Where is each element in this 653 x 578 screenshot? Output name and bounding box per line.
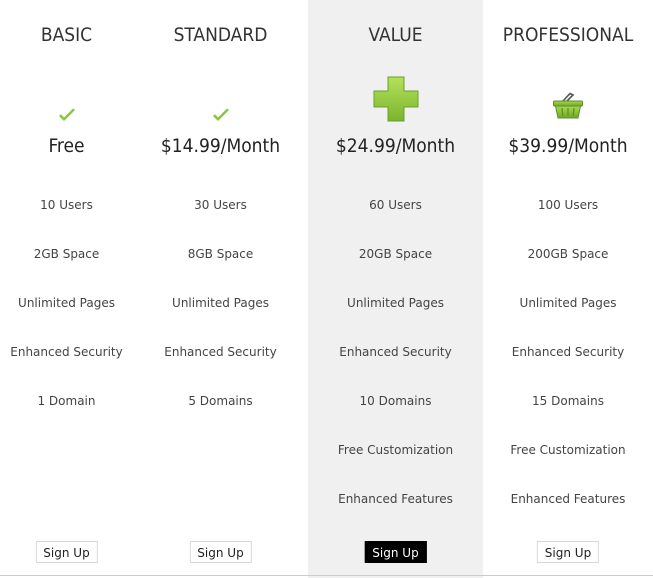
feature-item: 10 Users	[40, 198, 93, 212]
feature-list: 100 Users 200GB Space Unlimited Pages En…	[483, 198, 653, 541]
feature-list: 30 Users 8GB Space Unlimited Pages Enhan…	[133, 198, 308, 443]
sign-up-button-value[interactable]: Sign Up	[364, 541, 427, 563]
basket-icon	[483, 92, 653, 120]
sign-up-button-basic[interactable]: Sign Up	[35, 541, 98, 563]
feature-item: 8GB Space	[187, 247, 254, 261]
feature-item: 20GB Space	[358, 247, 433, 261]
feature-item: 15 Domains	[532, 394, 604, 408]
feature-item: 60 Users	[369, 198, 422, 212]
feature-item: Enhanced Features	[338, 492, 453, 506]
feature-item: Unlimited Pages	[347, 296, 444, 310]
feature-item: 30 Users	[194, 198, 247, 212]
feature-item: Unlimited Pages	[172, 296, 269, 310]
plan-price: $24.99/Month	[335, 135, 456, 157]
plan-name: PROFESSIONAL	[502, 24, 634, 46]
sign-up-button-professional[interactable]: Sign Up	[536, 541, 600, 563]
plan-name: STANDARD	[173, 24, 268, 46]
feature-item: 10 Domains	[359, 394, 432, 408]
feature-item: Unlimited Pages	[519, 296, 617, 310]
feature-item: Free Customization	[510, 443, 626, 457]
feature-item: Enhanced Security	[511, 345, 625, 359]
plan-name: BASIC	[40, 24, 93, 46]
plan-price: $39.99/Month	[508, 135, 628, 157]
feature-item: 5 Domains	[188, 394, 253, 408]
sign-up-button-standard[interactable]: Sign Up	[189, 541, 252, 563]
plan-name: VALUE	[368, 24, 423, 46]
plan-price: $14.99/Month	[160, 135, 281, 157]
feature-item: 200GB Space	[527, 247, 609, 261]
feature-item: Enhanced Security	[10, 345, 123, 359]
checkmark-icon	[133, 108, 308, 123]
plan-column-professional: PROFESSIONAL $39.99/Month 100 Users 200G…	[483, 0, 653, 578]
feature-item: 2GB Space	[33, 247, 100, 261]
plan-price: Free	[48, 135, 85, 157]
feature-item: Enhanced Security	[164, 345, 277, 359]
feature-item: Unlimited Pages	[18, 296, 115, 310]
bottom-divider	[0, 575, 653, 576]
plan-column-standard: STANDARD $14.99/Month 30 Users 8GB Space…	[133, 0, 308, 578]
plan-column-basic: BASIC Free 10 Users 2GB Space Unlimited …	[0, 0, 133, 578]
feature-item: Enhanced Features	[510, 492, 626, 506]
checkmark-icon	[0, 108, 133, 123]
pricing-table: BASIC Free 10 Users 2GB Space Unlimited …	[0, 0, 653, 578]
plan-column-value: VALUE $24.99/Month 60 Users 20GB Space U…	[308, 0, 483, 578]
feature-item: 100 Users	[537, 198, 599, 212]
feature-item: 1 Domain	[37, 394, 96, 408]
feature-item: Free Customization	[337, 443, 454, 457]
plus-icon	[308, 75, 483, 123]
feature-list: 60 Users 20GB Space Unlimited Pages Enha…	[308, 198, 483, 541]
feature-list: 10 Users 2GB Space Unlimited Pages Enhan…	[0, 198, 133, 443]
feature-item: Enhanced Security	[339, 345, 452, 359]
